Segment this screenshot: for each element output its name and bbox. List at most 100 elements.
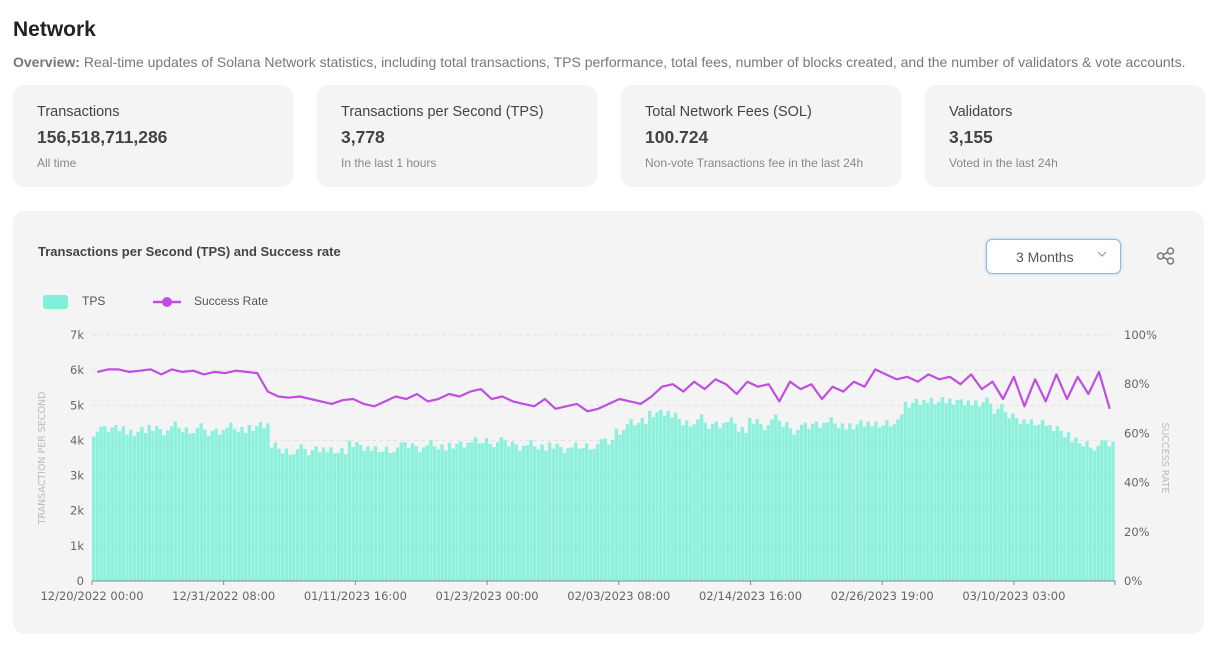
tps-bar <box>559 446 563 581</box>
tps-bar <box>388 452 392 581</box>
tps-bar <box>681 425 685 581</box>
tps-bar <box>622 429 626 581</box>
tps-bar <box>896 419 900 581</box>
tps-bar <box>647 410 652 581</box>
tps-bar <box>232 428 237 581</box>
tps-bar <box>418 452 422 581</box>
tps-bar <box>1096 445 1100 581</box>
tps-bar <box>703 422 707 581</box>
tps-bar <box>811 423 815 581</box>
tps-bar <box>177 427 181 581</box>
tps-bar <box>951 404 956 581</box>
tps-bar <box>748 417 752 581</box>
tps-bar <box>770 419 774 581</box>
tps-bar <box>129 429 133 581</box>
tps-bar <box>933 404 937 581</box>
tps-bar <box>662 416 667 581</box>
tps-bar <box>837 428 841 581</box>
tps-bar <box>473 437 478 581</box>
tps-bar <box>729 417 733 581</box>
tps-bar <box>992 413 997 581</box>
tps-bar <box>566 447 570 581</box>
tps-bar <box>610 439 615 581</box>
tps-bar <box>1026 424 1030 581</box>
tps-bar <box>410 443 415 581</box>
tps-bar <box>247 424 252 581</box>
tps-bar <box>914 398 919 581</box>
tps-bar <box>570 447 574 581</box>
tps-bar <box>206 435 211 581</box>
tps-bar <box>407 448 411 581</box>
tps-bar <box>173 421 177 581</box>
tps-bar <box>937 401 941 581</box>
tps-bar <box>1048 424 1052 581</box>
tps-bar <box>1000 403 1004 581</box>
tps-bar <box>306 455 311 581</box>
tps-bar <box>1077 443 1082 581</box>
tps-bar <box>692 424 696 581</box>
tps-bar <box>425 445 429 581</box>
tps-bar <box>966 400 971 581</box>
tps-bar <box>996 408 1000 581</box>
tps-bar <box>547 442 552 581</box>
tps-bar <box>525 445 530 581</box>
tps-bar <box>125 434 129 581</box>
tps-bar <box>988 403 993 581</box>
tps-bar <box>218 434 222 581</box>
tps-bar <box>536 449 541 581</box>
tps-bar <box>862 426 867 581</box>
tps-bar <box>1029 419 1034 581</box>
tps-bar <box>344 454 348 581</box>
tps-bar <box>640 418 644 581</box>
tps-bar <box>1081 446 1085 581</box>
tps-bar <box>143 433 148 581</box>
tps-bar <box>399 442 403 581</box>
tps-bar <box>1055 426 1060 581</box>
tps-bar <box>851 429 856 581</box>
tps-bar <box>796 429 800 581</box>
tps-bar <box>666 411 670 581</box>
tps-bar <box>781 427 785 581</box>
tps-bar <box>1066 432 1071 581</box>
tps-bar <box>447 442 452 581</box>
tps-bar <box>110 427 114 581</box>
tps-bar <box>948 398 952 581</box>
tps-bar <box>314 446 318 581</box>
tps-bar <box>507 446 511 581</box>
x-tick-label: 01/23/2023 00:00 <box>436 589 539 603</box>
tps-bar <box>321 447 326 581</box>
tps-bar <box>977 406 982 581</box>
tps-bar <box>277 448 281 581</box>
tps-bar <box>596 443 600 581</box>
y-tick-right-label: 80% <box>1124 377 1150 391</box>
tps-bar <box>714 421 719 581</box>
tps-bar <box>1085 441 1089 581</box>
tps-success-chart: 0 1k 2k 3k 4k 5k 6k 7k 0% 20% 40% 60% 80% 100% 12/20/2… <box>37 328 1170 603</box>
tps-bar <box>158 429 163 581</box>
tps-bar <box>874 421 878 581</box>
tps-bar <box>911 402 915 581</box>
tps-bar <box>544 450 548 581</box>
tps-bar <box>214 428 218 581</box>
tps-bar <box>833 423 837 581</box>
tps-bar <box>855 424 859 581</box>
tps-bar <box>395 447 400 581</box>
tps-bar <box>484 437 489 581</box>
tps-bar <box>955 399 959 581</box>
tps-bar <box>436 449 441 581</box>
tps-bar <box>603 438 607 581</box>
tps-bar <box>1103 440 1108 581</box>
tps-bar <box>470 442 474 581</box>
tps-bar <box>318 452 322 581</box>
tps-bar <box>151 431 155 581</box>
tps-bar <box>888 426 893 581</box>
tps-bar <box>106 432 111 581</box>
tps-bar <box>481 442 485 581</box>
tps-bar <box>184 427 189 581</box>
tps-bar <box>592 448 596 581</box>
tps-bar <box>355 442 359 581</box>
tps-bar <box>169 426 174 581</box>
tps-bar <box>785 422 789 581</box>
y-tick-left-label: 0 <box>77 574 84 588</box>
tps-bar <box>377 452 381 581</box>
